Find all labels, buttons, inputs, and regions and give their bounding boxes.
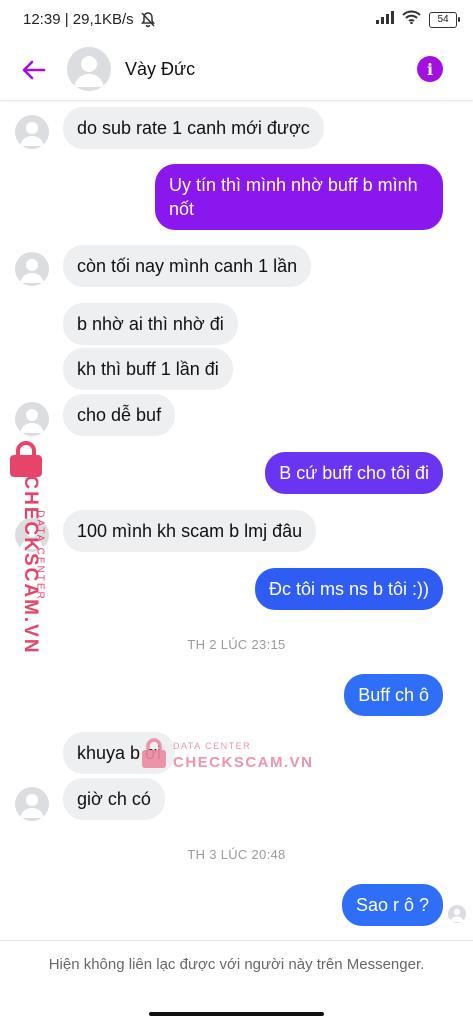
message-bubble-incoming[interactable]: cho dễ buf [63, 394, 176, 436]
footer-notice-bar: Hiện không liên lạc được với người này t… [0, 940, 473, 1025]
message-bubble-incoming[interactable]: 100 mình kh scam b lmj đâu [63, 510, 317, 552]
info-icon: i [426, 59, 434, 79]
info-button[interactable]: i [417, 56, 443, 82]
conversation-header: Vày Đức i [0, 40, 473, 100]
home-indicator[interactable] [149, 1012, 324, 1016]
sender-avatar [15, 402, 49, 436]
timestamp-divider: TH 2 LÚC 23:15 [187, 637, 286, 652]
avatar-icon [20, 122, 44, 146]
back-arrow-icon [22, 60, 46, 80]
avatar-icon [450, 908, 464, 922]
message-bubble-incoming[interactable]: do sub rate 1 canh mới được [63, 107, 324, 149]
mute-icon [140, 11, 156, 33]
watermark-horizontal: DATA CENTER CHECKSCAM.VN [141, 737, 312, 777]
message-bubble-outgoing[interactable]: Uy tín thì mình nhờ buff b mình nốt [155, 164, 443, 230]
sender-avatar [15, 787, 49, 821]
message-bubble-incoming[interactable]: giờ ch có [63, 778, 165, 820]
avatar-icon [74, 56, 104, 87]
message-bubble-outgoing[interactable]: Đc tôi ms ns b tôi :)) [254, 568, 443, 610]
message-bubble-incoming[interactable]: kh thì buff 1 lần đi [63, 348, 233, 390]
wifi-icon [402, 10, 421, 29]
avatar-icon [20, 259, 44, 283]
watermark-tagline: DATA CENTER [34, 510, 46, 601]
status-time: 12:39 | 29,1KB/s [23, 11, 134, 28]
avatar-icon [20, 794, 44, 818]
unavailable-notice: Hiện không liên lạc được với người này t… [48, 956, 425, 973]
message-bubble-outgoing[interactable]: Sao r ô ? [341, 884, 443, 926]
signal-icon [376, 10, 394, 29]
message-bubble-incoming[interactable]: b nhờ ai thì nhờ đi [63, 303, 238, 345]
contact-avatar[interactable] [67, 47, 111, 91]
avatar-icon [20, 409, 44, 433]
seen-avatar [448, 905, 466, 923]
watermark-tagline: DATA CENTER [173, 741, 252, 751]
message-bubble-outgoing[interactable]: B cứ buff cho tôi đi [265, 452, 443, 494]
watermark-vertical: CHECKSCAM.VN DATA CENTER [4, 440, 52, 655]
lock-icon [142, 738, 166, 768]
status-bar: 12:39 | 29,1KB/s 54 [0, 0, 473, 40]
watermark-brand: CHECKSCAM.VN [173, 754, 314, 771]
sender-avatar [15, 252, 49, 286]
back-button[interactable] [16, 54, 52, 86]
sender-avatar [15, 115, 49, 149]
message-bubble-outgoing[interactable]: Buff ch ô [344, 674, 443, 716]
message-bubble-incoming[interactable]: còn tối nay mình canh 1 lần [63, 245, 312, 287]
timestamp-divider: TH 3 LÚC 20:48 [187, 847, 286, 862]
battery-icon: 54 [429, 11, 460, 28]
contact-name[interactable]: Vày Đức [125, 59, 195, 80]
